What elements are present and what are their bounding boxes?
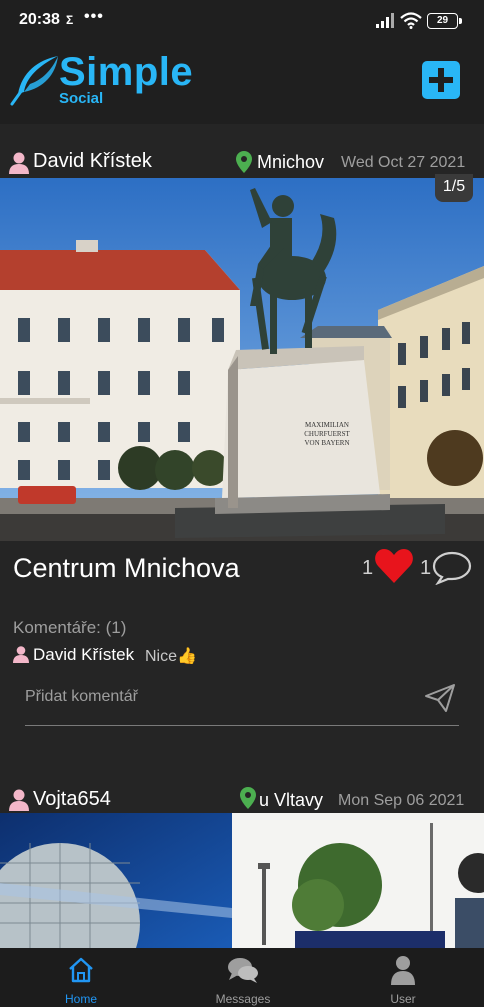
nav-messages-label: Messages bbox=[215, 992, 271, 1006]
nav-home-label: Home bbox=[64, 992, 97, 1006]
post-header: David Křístek Mnichov Wed Oct 27 2021 bbox=[0, 146, 484, 180]
location-pin-icon bbox=[240, 787, 256, 809]
post-author[interactable]: Vojta654 bbox=[33, 788, 111, 811]
chat-bubbles-icon bbox=[228, 958, 258, 983]
user-icon bbox=[9, 152, 29, 174]
battery-level: 29 bbox=[436, 15, 449, 26]
app-subtitle: Social bbox=[59, 90, 104, 107]
comment-icon[interactable] bbox=[432, 551, 472, 585]
nav-user[interactable]: User bbox=[353, 948, 453, 1007]
send-icon[interactable] bbox=[424, 683, 456, 713]
heart-icon[interactable] bbox=[374, 548, 414, 584]
svg-text:CHURFUERST: CHURFUERST bbox=[304, 430, 350, 438]
status-bar: 20:38 Σ ••• 29 bbox=[0, 0, 484, 42]
bottom-navigation: Home Messages User bbox=[0, 948, 484, 1007]
signal-icon bbox=[376, 13, 394, 28]
home-icon bbox=[69, 957, 93, 983]
user-icon bbox=[13, 646, 29, 663]
post-date: Mon Sep 06 2021 bbox=[338, 792, 465, 809]
status-more-icon: ••• bbox=[84, 8, 104, 25]
nav-home[interactable]: Home bbox=[31, 948, 131, 1007]
post-title: Centrum Mnichova bbox=[13, 553, 240, 583]
post-date: Wed Oct 27 2021 bbox=[341, 154, 466, 171]
photo-counter: 1/5 bbox=[435, 174, 473, 202]
post-photo[interactable]: MAXIMILIAN CHURFUERST VON BAYERN bbox=[0, 178, 484, 541]
battery-icon: 29 bbox=[427, 13, 462, 29]
status-notification-icon: Σ bbox=[66, 13, 74, 27]
post-photo-image: MAXIMILIAN CHURFUERST VON BAYERN bbox=[0, 178, 484, 541]
feather-logo-icon bbox=[10, 56, 58, 106]
post-photo-image bbox=[0, 813, 484, 948]
nav-user-label: User bbox=[390, 992, 416, 1006]
user-icon bbox=[391, 956, 415, 985]
add-post-button[interactable] bbox=[422, 61, 460, 99]
wifi-icon bbox=[400, 12, 422, 29]
comment-input[interactable]: Přidat komentář bbox=[25, 679, 459, 726]
post-location[interactable]: Mnichov bbox=[257, 152, 324, 173]
post-photo[interactable] bbox=[0, 813, 484, 948]
like-count: 1 bbox=[362, 557, 374, 579]
nav-messages[interactable]: Messages bbox=[193, 948, 293, 1007]
app-bar: Simple Social bbox=[0, 42, 484, 124]
user-icon bbox=[9, 789, 29, 811]
status-time: 20:38 bbox=[19, 11, 60, 28]
comment-author[interactable]: David Křístek bbox=[33, 645, 134, 665]
svg-text:MAXIMILIAN: MAXIMILIAN bbox=[305, 421, 349, 429]
comments-label: Komentáře: (1) bbox=[13, 618, 127, 637]
post-author[interactable]: David Křístek bbox=[33, 150, 152, 173]
app-title: Simple bbox=[59, 50, 194, 94]
post-location[interactable]: u Vltavy bbox=[259, 790, 323, 811]
location-pin-icon bbox=[236, 151, 252, 173]
comment-placeholder: Přidat komentář bbox=[25, 688, 138, 705]
comment-text: Nice👍 bbox=[145, 648, 197, 665]
svg-text:VON BAYERN: VON BAYERN bbox=[304, 439, 349, 447]
comment-count: 1 bbox=[420, 557, 432, 579]
